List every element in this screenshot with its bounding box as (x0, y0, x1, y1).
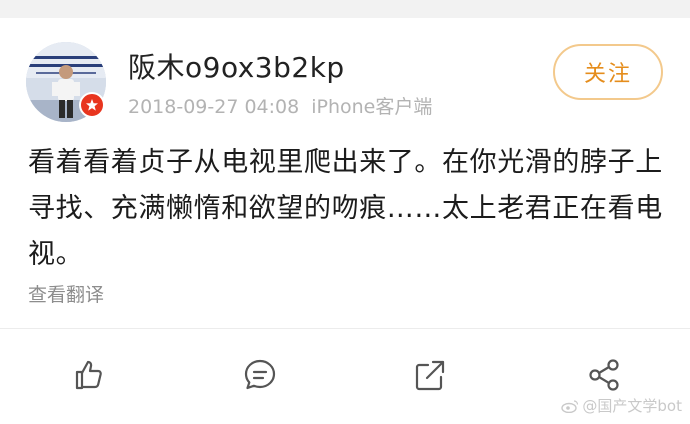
repost-arrow-icon (415, 360, 445, 391)
watermark-text: @国产文学bot (582, 397, 682, 415)
top-separator (0, 0, 690, 18)
post-source: iPhone客户端 (311, 96, 433, 118)
share-nodes-icon (589, 359, 619, 391)
like-button[interactable] (68, 355, 108, 395)
watermark: @国产文学bot (561, 395, 682, 416)
comment-bubble-icon (244, 359, 276, 390)
repost-button[interactable] (410, 355, 450, 395)
translate-link[interactable]: 查看翻译 (28, 280, 104, 307)
follow-button[interactable]: 关注 (553, 44, 663, 100)
thumbs-up-icon (75, 360, 102, 390)
weibo-post-card: 阪木o9ox3b2kp 2018-09-27 04:08 iPhone客户端 关注… (0, 0, 690, 424)
timestamp: 2018-09-27 04:08 (128, 96, 300, 118)
username[interactable]: 阪木o9ox3b2kp (128, 46, 345, 86)
post-text: 看着看着贞子从电视里爬出来了。在你光滑的脖子上寻找、充满懒惰和欲望的吻痕……太上… (28, 147, 663, 270)
verified-badge-icon (79, 92, 105, 118)
action-divider (0, 328, 690, 329)
weibo-logo-icon (561, 399, 579, 413)
comment-button[interactable] (240, 355, 280, 395)
share-button[interactable] (584, 355, 624, 395)
post-meta: 2018-09-27 04:08 iPhone客户端 (128, 92, 432, 119)
